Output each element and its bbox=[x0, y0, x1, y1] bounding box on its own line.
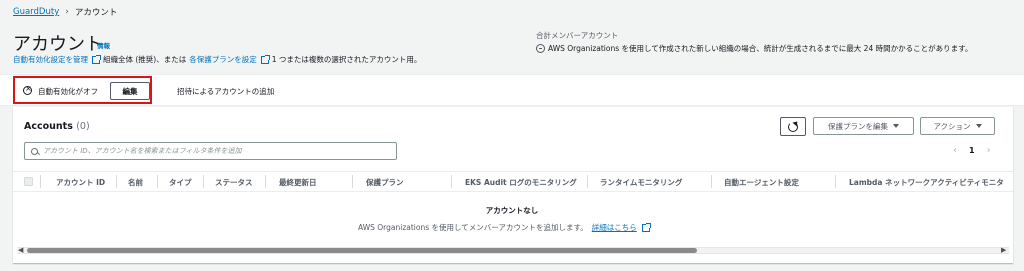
actions-label: アクション bbox=[933, 121, 971, 131]
manage-auto-enable-link[interactable]: 自動有効化設定を管理 bbox=[13, 54, 88, 65]
column-header-protection-plans[interactable]: 保護プラン bbox=[366, 177, 404, 188]
search-box[interactable] bbox=[24, 142, 397, 160]
scroll-right-arrow-icon[interactable]: ▶ bbox=[1001, 246, 1006, 254]
caret-down-icon bbox=[975, 124, 982, 128]
column-separator bbox=[265, 175, 266, 188]
column-separator bbox=[157, 175, 158, 188]
column-header-type[interactable]: タイプ bbox=[169, 177, 192, 188]
breadcrumb: GuardDuty › アカウント bbox=[13, 6, 117, 18]
auto-enable-bar bbox=[0, 74, 1024, 106]
auto-enable-status: 自動有効化がオフ bbox=[38, 87, 98, 96]
edit-button[interactable]: 編集 bbox=[110, 82, 150, 100]
scrollbar-thumb[interactable] bbox=[27, 248, 697, 253]
column-separator bbox=[587, 175, 588, 188]
column-separator bbox=[40, 175, 41, 188]
external-link-icon bbox=[260, 54, 270, 64]
column-header-lambda-network[interactable]: Lambda ネットワークアクティビティモニタ bbox=[849, 177, 1004, 188]
breadcrumb-current: アカウント bbox=[74, 8, 118, 18]
page-number[interactable]: 1 bbox=[969, 146, 975, 155]
learn-more-link[interactable]: 詳細はこちら bbox=[592, 222, 637, 233]
search-input[interactable] bbox=[43, 147, 383, 155]
empty-state-description: AWS Organizations を使用してメンバーアカウントを追加します。 … bbox=[358, 222, 651, 233]
accounts-title-text: Accounts bbox=[24, 121, 73, 132]
page-title: アカウント bbox=[13, 34, 103, 55]
column-separator bbox=[451, 175, 452, 188]
page-description: 自動有効化設定を管理 組織全体 (推奨)、または 各保護プランを設定 1 つまた… bbox=[13, 54, 421, 65]
accounts-title: Accounts (0) bbox=[24, 121, 90, 132]
refresh-icon bbox=[788, 121, 798, 132]
empty-state-text: AWS Organizations を使用してメンバーアカウントを追加します。 bbox=[358, 223, 588, 232]
actions-button[interactable]: アクション bbox=[920, 117, 995, 135]
search-icon bbox=[31, 147, 38, 155]
member-accounts-label: 合計メンバーアカウント bbox=[536, 31, 619, 40]
column-separator bbox=[835, 175, 836, 188]
column-separator bbox=[116, 175, 117, 188]
column-header-account-id[interactable]: アカウント ID bbox=[56, 177, 105, 188]
desc-text-1: 組織全体 (推奨)、または bbox=[103, 55, 187, 64]
column-header-auto-agent[interactable]: 自動エージェント設定 bbox=[724, 177, 799, 188]
column-separator bbox=[352, 175, 353, 188]
chevron-right-icon: › bbox=[65, 7, 69, 17]
select-all-checkbox[interactable] bbox=[24, 177, 33, 186]
column-header-runtime-monitoring[interactable]: ランタイムモニタリング bbox=[600, 177, 682, 188]
column-header-last-updated[interactable]: 最終更新日 bbox=[279, 177, 317, 188]
column-header-name[interactable]: 名前 bbox=[128, 177, 143, 188]
scroll-left-arrow-icon[interactable]: ◀ bbox=[18, 246, 23, 254]
caret-down-icon bbox=[893, 124, 899, 128]
column-separator bbox=[203, 175, 204, 188]
add-accounts-by-invitation-button[interactable]: 招待によるアカウントの追加 bbox=[177, 86, 274, 97]
status-off-icon bbox=[23, 84, 32, 95]
external-link-icon bbox=[92, 54, 101, 64]
chevron-right-icon[interactable]: › bbox=[987, 145, 991, 156]
column-separator bbox=[711, 175, 712, 188]
external-link-icon bbox=[641, 222, 651, 232]
desc-text-2: 1 つまたは複数の選択されたアカウント用。 bbox=[271, 55, 422, 64]
pagination: ‹ 1 › bbox=[953, 145, 991, 156]
status-pending-icon bbox=[536, 44, 545, 53]
member-accounts-note: AWS Organizations を使用して作成された新しい組織の場合、統計が… bbox=[536, 43, 972, 54]
empty-state-title: アカウントなし bbox=[485, 206, 539, 215]
edit-protection-plans-button[interactable]: 保護プランを編集 bbox=[813, 117, 914, 135]
info-link[interactable]: 情報 bbox=[97, 40, 110, 50]
edit-protection-plans-label: 保護プランを編集 bbox=[828, 121, 888, 131]
refresh-button[interactable] bbox=[780, 117, 806, 136]
column-header-eks-audit[interactable]: EKS Audit ログのモニタリング bbox=[465, 177, 577, 188]
member-accounts-note-text: AWS Organizations を使用して作成された新しい組織の場合、統計が… bbox=[548, 44, 973, 53]
configure-plans-link[interactable]: 各保護プランを設定 bbox=[189, 54, 257, 65]
chevron-left-icon[interactable]: ‹ bbox=[953, 145, 957, 156]
column-header-status[interactable]: ステータス bbox=[215, 177, 253, 188]
accounts-count: (0) bbox=[76, 121, 90, 132]
breadcrumb-guardduty-link[interactable]: GuardDuty bbox=[13, 7, 59, 17]
